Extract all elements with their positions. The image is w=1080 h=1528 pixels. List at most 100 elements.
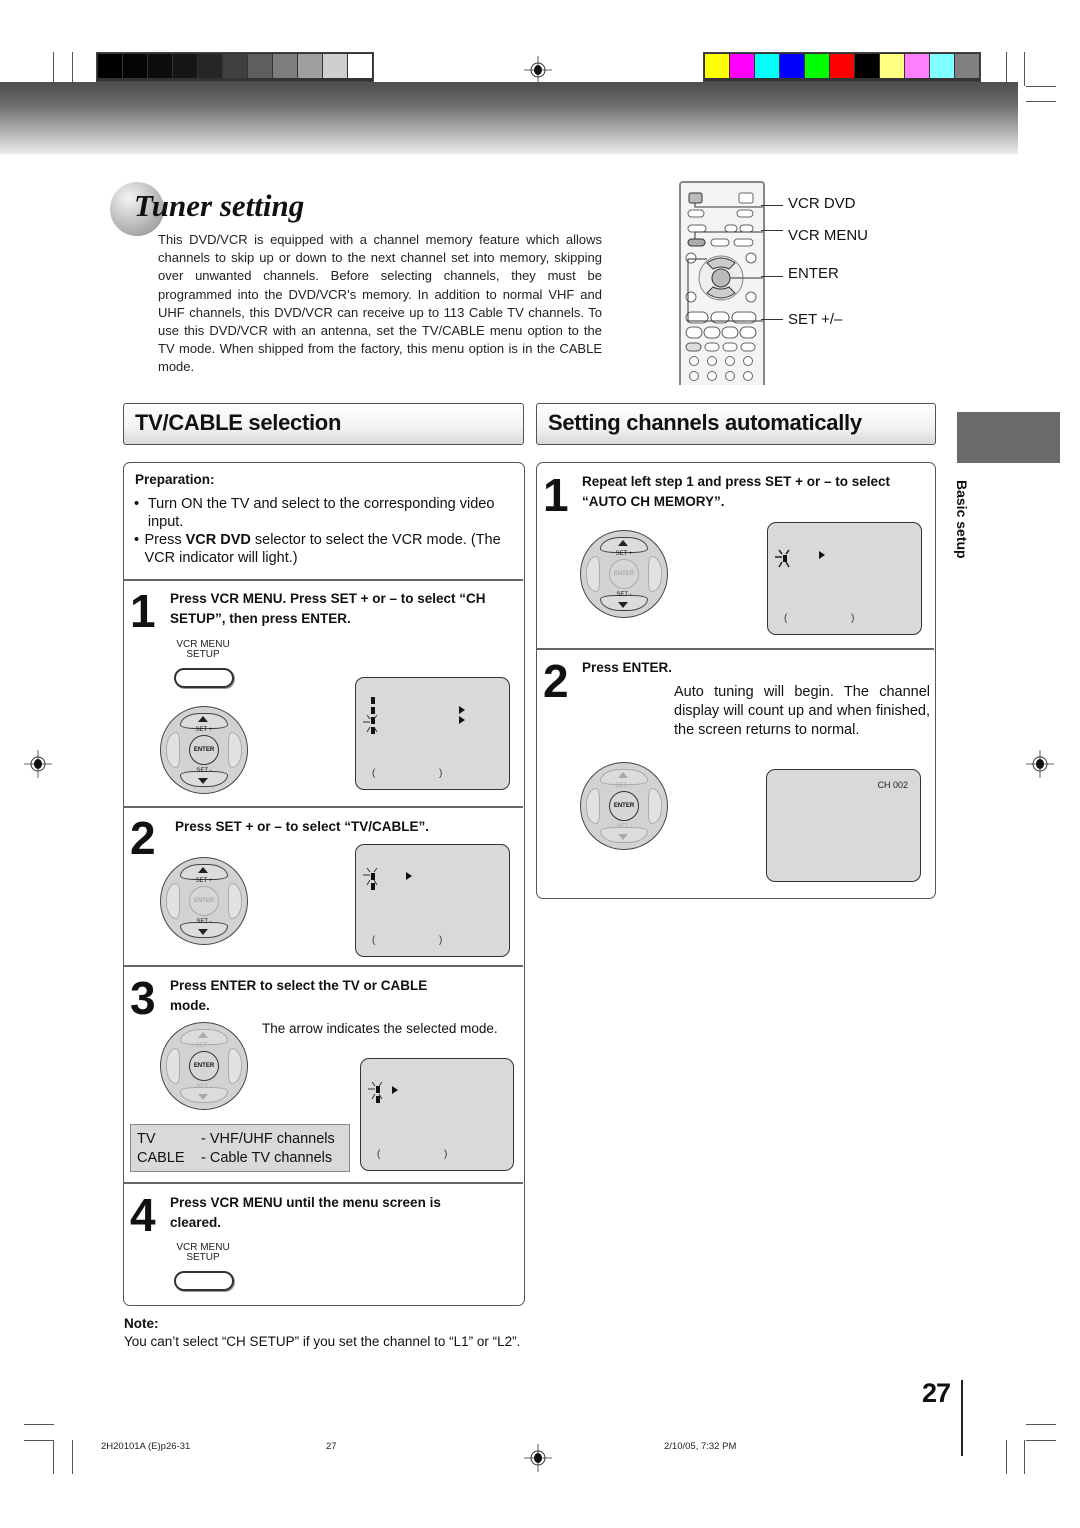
blinking-cursor-icon [775,549,790,568]
color-swatch [198,54,222,78]
crop-mark [24,1440,54,1441]
crop-mark [1026,1424,1056,1425]
mode-legend: TV - VHF/UHF channels CABLE - Cable TV cha… [130,1124,350,1172]
color-swatch [123,54,147,78]
step-number: 3 [130,972,156,1024]
up-arrow-icon [198,867,208,873]
leader-line [761,319,783,320]
step-number: 1 [130,585,156,637]
down-arrow-icon [618,834,628,840]
registration-mark-icon [524,1444,552,1472]
enter-button[interactable]: ENTER [609,559,639,589]
step-number: 4 [130,1189,156,1241]
color-swatch [248,54,272,78]
step-number: 2 [130,812,156,864]
divider [124,579,523,581]
enter-button[interactable]: ENTER [609,791,639,821]
footer-date: 2/10/05, 7:32 PM [664,1441,737,1452]
step-instruction: Repeat left step 1 and press SET + or – … [582,474,890,509]
up-arrow-icon [198,1032,208,1038]
color-swatch [173,54,197,78]
channel-readout: CH 002 [877,780,908,790]
vcr-menu-button[interactable] [174,1271,234,1291]
step-instruction: Press VCR MENU until the menu screen is … [170,1195,441,1230]
header-band [0,82,1018,154]
registration-mark-icon [524,56,552,84]
crop-mark [53,52,54,86]
dpad-enter-highlight[interactable]: SET + SET - ENTER [160,1022,248,1110]
divider [124,1182,523,1184]
blinking-cursor-icon [363,867,378,886]
divider [124,806,523,808]
footer-page: 27 [326,1441,337,1452]
crop-mark [24,1424,54,1425]
enter-button[interactable]: ENTER [189,886,219,916]
color-swatch [298,54,322,78]
color-swatch [705,54,729,78]
page-title: Tuner setting [134,188,305,223]
enter-button[interactable]: ENTER [189,1051,219,1081]
color-swatch [223,54,247,78]
side-tab [957,412,1060,463]
page-number: 27 [922,1378,951,1408]
blinking-cursor-icon [368,1081,383,1100]
dpad-set-highlight[interactable]: SET + SET - ENTER [160,706,248,794]
remote-label-vcr-dvd: VCR DVD [788,195,856,212]
color-swatch [830,54,854,78]
vcr-menu-button-label: VCR MENU SETUP [176,1242,230,1263]
crop-mark [1024,1440,1025,1474]
step-instruction: Press ENTER to select the TV or CABLE mo… [170,978,428,1013]
page-number-rule [961,1380,963,1456]
color-swatch [930,54,954,78]
tv-screen-mode-selected: () [360,1058,514,1171]
tv-screen-auto-tuning: CH 002 [766,769,921,882]
color-swatch [805,54,829,78]
tv-screen-auto-ch-memory: () [767,522,922,635]
registration-mark-icon [1026,750,1054,778]
leader-line [761,230,783,231]
dpad-enter-highlight[interactable]: SET + SET - ENTER [580,762,668,850]
down-arrow-icon [198,778,208,784]
step-instruction: Press ENTER. [582,660,673,675]
step-number: 1 [543,469,569,521]
leader-line [761,276,783,277]
registration-mark-icon [24,750,52,778]
crop-mark [53,1440,54,1474]
tv-screen-tv-cable: () [355,844,510,957]
crop-mark [72,1440,73,1474]
preparation-label: Preparation: [135,472,215,487]
step-instruction: Press SET + or – to select “TV/CABLE”. [175,819,429,834]
section-title: TV/CABLE selection [135,410,342,435]
color-swatch [273,54,297,78]
down-arrow-icon [198,929,208,935]
step-number: 2 [543,655,569,707]
enter-button[interactable]: ENTER [189,735,219,765]
tv-screen-ch-setup: () [355,677,510,790]
step-description: Auto tuning will begin. The channel disp… [674,684,930,738]
color-swatch [780,54,804,78]
menu-arrow-icon [406,872,412,880]
vcr-menu-button-label: VCR MENU SETUP [176,639,230,660]
color-swatch [348,54,372,78]
section-title: Setting channels automatically [548,410,862,435]
menu-arrow-icon [459,706,465,714]
vcr-menu-button[interactable] [174,668,234,688]
leader-line [761,205,783,206]
color-swatch [323,54,347,78]
menu-arrow-icon [459,716,465,724]
color-swatch [905,54,929,78]
side-tab-label: Basic setup [954,480,970,559]
section-heading-tv-cable: TV/CABLE selection [123,403,524,445]
remote-label-vcr-menu: VCR MENU [788,227,869,244]
divider [124,965,523,967]
up-arrow-icon [618,540,628,546]
dpad-set-highlight[interactable]: SET + SET - ENTER [160,857,248,945]
remote-label-enter: ENTER [788,265,839,282]
crop-mark [1026,1440,1056,1441]
up-arrow-icon [618,772,628,778]
dpad-set-highlight[interactable]: SET + SET - ENTER [580,530,668,618]
crop-mark [1026,101,1056,102]
down-arrow-icon [198,1094,208,1100]
crop-mark [1006,52,1007,86]
color-swatch [955,54,979,78]
